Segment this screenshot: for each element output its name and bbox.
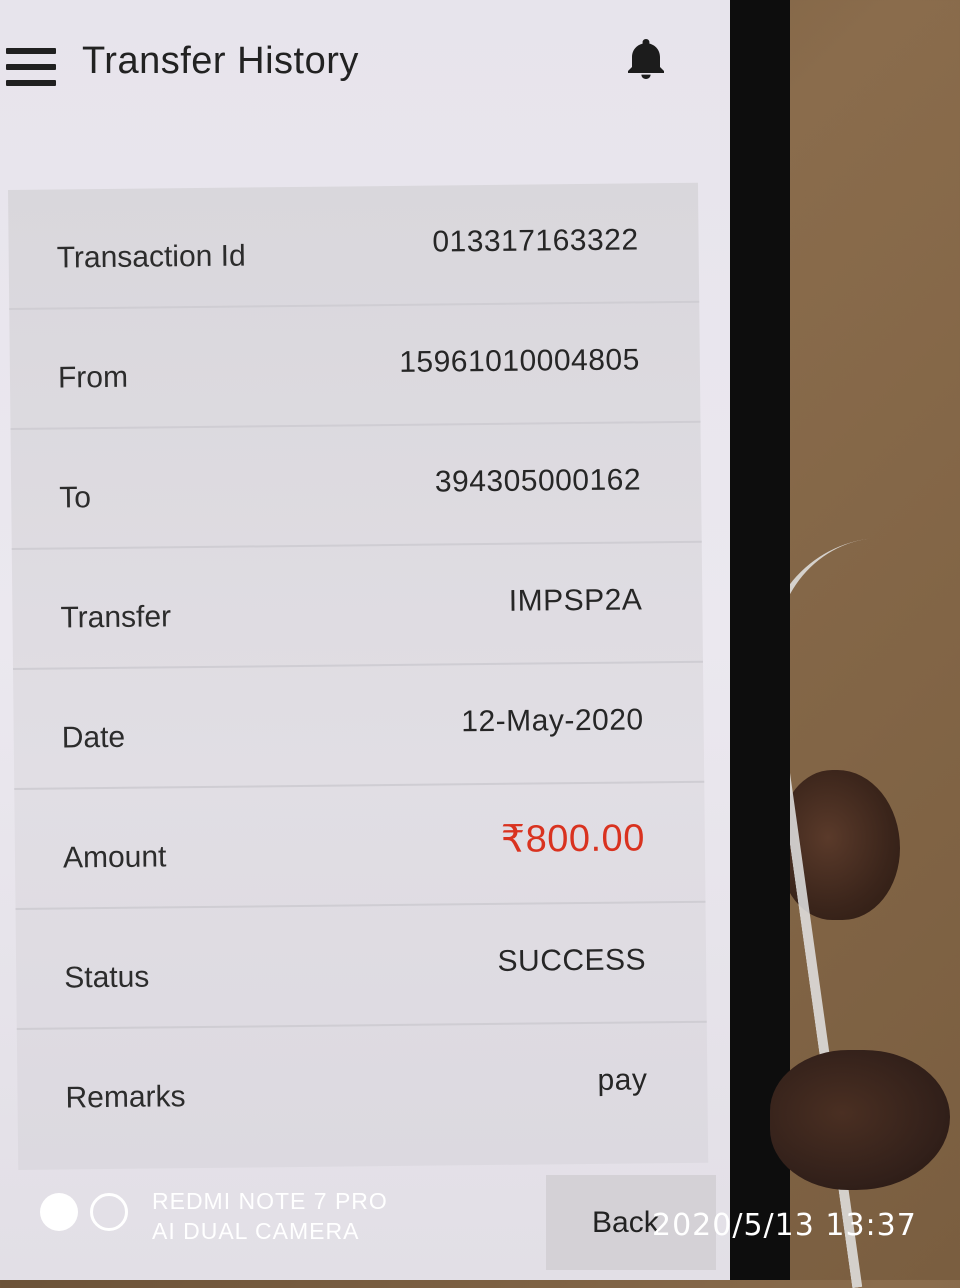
detail-row-amount: Amount ₹800.00 — [14, 782, 706, 910]
app-bar: Transfer History — [0, 0, 730, 140]
detail-row-transfer: Transfer IMPSP2A — [11, 542, 703, 670]
bell-icon[interactable] — [622, 34, 670, 84]
transaction-details-card: Transaction Id 013317163322 From 1596101… — [8, 182, 709, 1170]
detail-row-status: Status SUCCESS — [15, 902, 707, 1030]
detail-label: To — [59, 481, 92, 515]
detail-value: IMPSP2A — [508, 583, 643, 618]
amount-value: ₹800.00 — [500, 817, 646, 861]
detail-value: 013317163322 — [432, 223, 639, 259]
detail-label: Transfer — [60, 600, 172, 635]
detail-label: Remarks — [65, 1080, 186, 1115]
app-screen: Transfer History Transaction Id 01331716… — [0, 0, 730, 1280]
detail-row-to: To 394305000162 — [10, 422, 702, 550]
phone-frame: Transfer History Transaction Id 01331716… — [0, 0, 790, 1280]
back-button[interactable]: Back — [546, 1175, 716, 1270]
status-value: SUCCESS — [497, 943, 647, 978]
detail-row-transaction-id: Transaction Id 013317163322 — [8, 182, 700, 310]
detail-label: Transaction Id — [56, 239, 246, 275]
detail-value: pay — [597, 1063, 648, 1097]
detail-row-date: Date 12-May-2020 — [13, 662, 705, 790]
page-title: Transfer History — [82, 40, 359, 82]
detail-label: Status — [64, 960, 150, 995]
hamburger-menu-icon[interactable] — [6, 48, 56, 86]
detail-label: From — [57, 360, 129, 395]
detail-label: Date — [61, 720, 126, 755]
detail-row-remarks: Remarks pay — [17, 1023, 708, 1148]
detail-value: 394305000162 — [434, 463, 642, 499]
detail-value: 12-May-2020 — [461, 703, 644, 739]
detail-row-from: From 15961010004805 — [9, 302, 701, 430]
detail-label: Amount — [62, 840, 167, 875]
detail-value: 15961010004805 — [399, 343, 640, 379]
